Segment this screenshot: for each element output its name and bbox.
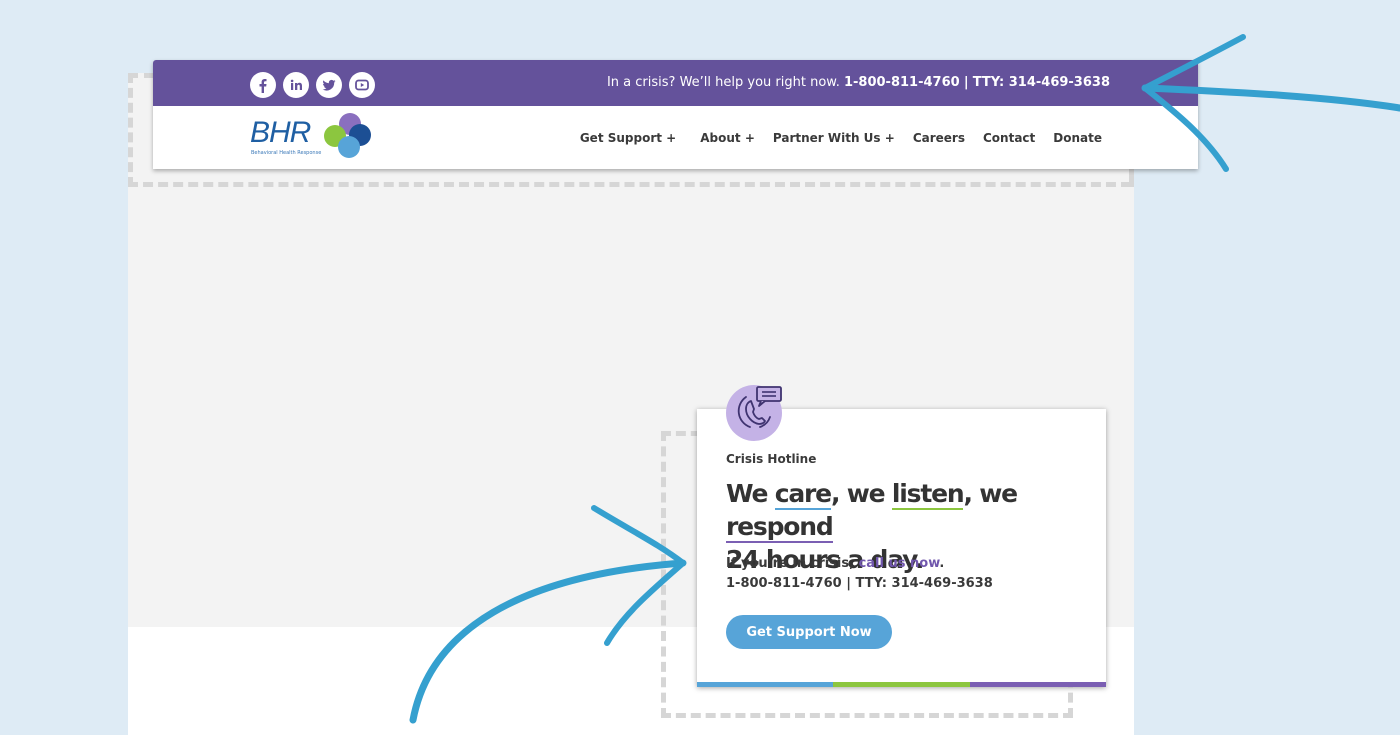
crisis-message: In a crisis? We’ll help you right now. 1… [607, 75, 1110, 90]
facebook-icon[interactable] [250, 72, 276, 98]
headline-respond: respond [726, 512, 834, 543]
youtube-icon[interactable] [349, 72, 375, 98]
logo-subtitle: Behavioral Health Response [251, 150, 322, 156]
headline-part: , we [963, 479, 1018, 508]
logo-text: BHR [250, 116, 311, 149]
get-support-now-button[interactable]: Get Support Now [726, 615, 892, 649]
card-phone-line: 1-800-811-4760 | TTY: 314-469-3638 [726, 576, 993, 591]
header-highlight-outline-top [128, 73, 154, 78]
nav-get-support[interactable]: Get Support + [580, 131, 676, 145]
nav-partner-with-us[interactable]: Partner With Us + [773, 131, 895, 145]
phone-chat-icon [726, 385, 782, 441]
card-eyebrow: Crisis Hotline [726, 452, 817, 466]
crisis-top-bar: In a crisis? We’ll help you right now. 1… [153, 60, 1198, 106]
main-nav: Get Support + About + Partner With Us + … [580, 131, 1102, 145]
logo-circles-icon [324, 113, 371, 158]
site-header: In a crisis? We’ll help you right now. 1… [153, 60, 1198, 169]
card-body: If you’re in crisis, call us now. 1-800-… [726, 554, 993, 594]
header-highlight-outline-right [1129, 169, 1134, 187]
crisis-hotline-card: Crisis Hotline We care, we listen, we re… [697, 409, 1106, 687]
crisis-tty-link[interactable]: TTY: 314-469-3638 [973, 75, 1110, 90]
crisis-separator: | [963, 75, 969, 90]
headline-part: , we [830, 479, 892, 508]
headline-part: We [726, 479, 775, 508]
nav-donate[interactable]: Donate [1053, 131, 1102, 145]
card-bar-blue [697, 682, 834, 687]
headline-care: care [774, 479, 832, 510]
call-us-now-link[interactable]: call us now [859, 556, 940, 571]
twitter-icon[interactable] [316, 72, 342, 98]
headline-listen: listen [891, 479, 965, 510]
crisis-prefix: In a crisis? We’ll help you right now. [606, 75, 840, 90]
nav-about[interactable]: About + [700, 131, 755, 145]
social-links [250, 72, 375, 98]
crisis-phone-link[interactable]: 1-800-811-4760 [844, 75, 960, 90]
card-bar-green [833, 682, 970, 687]
body-prefix: If you’re in crisis, [726, 556, 859, 571]
linkedin-icon[interactable] [283, 72, 309, 98]
card-color-bar [697, 682, 1106, 687]
nav-careers[interactable]: Careers [913, 131, 965, 145]
bhr-logo[interactable]: BHR Behavioral Health Response [250, 112, 375, 160]
body-suffix: . [939, 556, 945, 571]
nav-contact[interactable]: Contact [983, 131, 1035, 145]
card-bar-purple [969, 682, 1106, 687]
